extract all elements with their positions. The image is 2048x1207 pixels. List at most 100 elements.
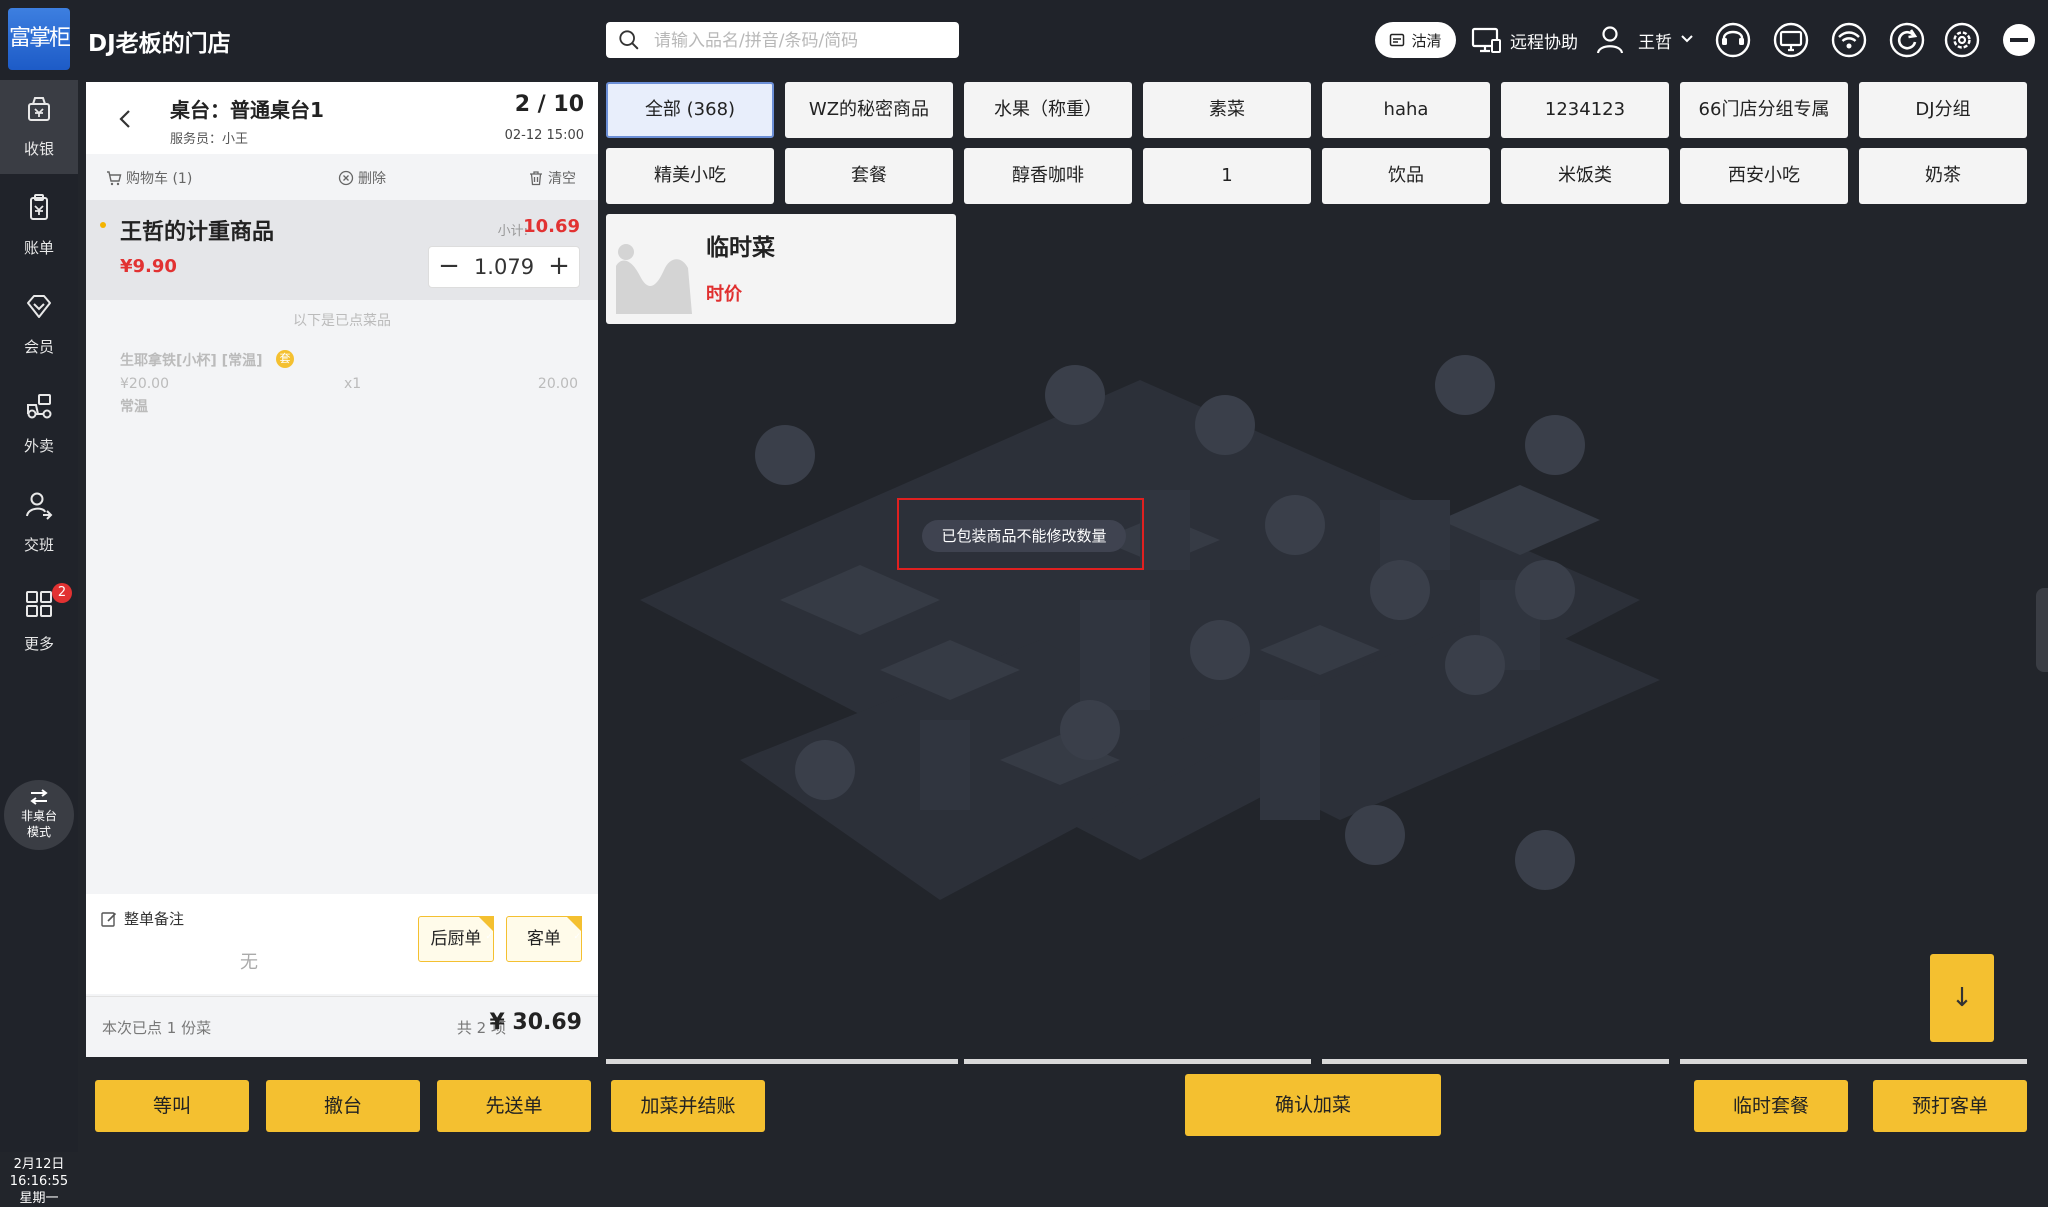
cart-tab[interactable]: 购物车 (1) bbox=[106, 168, 192, 188]
wifi-icon[interactable] bbox=[1829, 20, 1869, 60]
check-icon bbox=[566, 915, 582, 959]
cart-footer: 本次已点 1 份菜 共 2 项 ¥ 30.69 bbox=[86, 996, 598, 1057]
cart-item-row[interactable]: 王哲的计重商品 小计: 10.69 ¥9.90 − 1.079 + bbox=[86, 200, 598, 300]
product-card[interactable]: 临时菜 时价 bbox=[606, 214, 956, 324]
delivery-icon bbox=[27, 394, 52, 419]
clear-cart-button[interactable]: 清空 bbox=[528, 168, 576, 188]
nav-cashier-label: 收银 bbox=[23, 140, 54, 158]
sold-out-icon bbox=[1390, 33, 1405, 47]
order-total: ¥ 30.69 bbox=[489, 1010, 582, 1035]
order-note-label: 整单备注 bbox=[124, 910, 185, 928]
ordered-item-name: 生耶拿铁[小杯] [常温] bbox=[120, 353, 263, 369]
nav-bills-label: 账单 bbox=[23, 239, 54, 257]
category-item[interactable]: haha bbox=[1322, 82, 1490, 138]
chevron-down-icon[interactable] bbox=[1680, 34, 1694, 44]
switch-icon bbox=[30, 789, 48, 805]
wait-call-button[interactable]: 等叫 bbox=[95, 1080, 249, 1132]
cart-icon bbox=[107, 171, 122, 186]
nav-cashier[interactable]: 收银 bbox=[0, 80, 78, 174]
category-item[interactable]: 精美小吃 bbox=[606, 148, 774, 204]
quantity-value[interactable]: 1.079 bbox=[469, 247, 539, 287]
nav-bills[interactable]: 账单 bbox=[0, 179, 78, 273]
category-item[interactable]: 米饭类 bbox=[1501, 148, 1669, 204]
category-item[interactable]: 饮品 bbox=[1322, 148, 1490, 204]
category-item[interactable]: DJ分组 bbox=[1859, 82, 2027, 138]
send-first-button[interactable]: 先送单 bbox=[437, 1080, 591, 1132]
user-icon[interactable] bbox=[1590, 20, 1630, 60]
category-item[interactable]: 西安小吃 bbox=[1680, 148, 1848, 204]
search-input[interactable] bbox=[652, 27, 951, 55]
edit-icon bbox=[101, 911, 117, 927]
clock-weekday: 星期一 bbox=[19, 1191, 59, 1206]
category-item[interactable]: 醇香咖啡 bbox=[964, 148, 1132, 204]
kitchen-ticket-toggle[interactable]: 后厨单 bbox=[418, 915, 494, 962]
grid-icon bbox=[26, 591, 52, 617]
cash-register-icon bbox=[28, 97, 50, 121]
clear-cart-label: 清空 bbox=[548, 171, 576, 187]
customer-service-icon[interactable] bbox=[1713, 20, 1753, 60]
clear-table-button[interactable]: 撤台 bbox=[266, 1080, 420, 1132]
clock-time: 16:16:55 bbox=[9, 1174, 69, 1189]
trash-icon bbox=[530, 171, 542, 186]
nav-more[interactable]: 2 更多 bbox=[0, 575, 78, 669]
category-item[interactable]: WZ的秘密商品 bbox=[785, 82, 953, 138]
minimize-icon[interactable] bbox=[1999, 20, 2039, 60]
nav-members[interactable]: 会员 bbox=[0, 278, 78, 372]
search-icon bbox=[619, 30, 639, 50]
category-item[interactable]: 水果（称重） bbox=[964, 82, 1132, 138]
category-all[interactable]: 全部 (368) bbox=[606, 82, 774, 138]
add-and-checkout-button[interactable]: 加菜并结账 bbox=[611, 1080, 765, 1132]
refresh-icon[interactable] bbox=[1887, 20, 1927, 60]
preprint-receipt-button[interactable]: 预打客单 bbox=[1873, 1080, 2027, 1132]
remote-assist-label[interactable]: 远程协助 bbox=[1510, 28, 1578, 53]
divider bbox=[964, 1059, 1311, 1064]
shift-icon bbox=[26, 492, 53, 520]
member-icon bbox=[27, 295, 51, 318]
category-item[interactable]: 66门店分组专属 bbox=[1680, 82, 1848, 138]
cart-item-price: ¥9.90 bbox=[120, 256, 177, 277]
temp-set-button[interactable]: 临时套餐 bbox=[1694, 1080, 1848, 1132]
ordered-item-spec: 常温 bbox=[120, 399, 148, 415]
display-screen-icon[interactable] bbox=[1771, 20, 1811, 60]
delete-button[interactable]: 删除 bbox=[338, 168, 386, 188]
category-item[interactable]: 奶茶 bbox=[1859, 148, 2027, 204]
selected-dot bbox=[100, 222, 106, 228]
nav-delivery[interactable]: 外卖 bbox=[0, 377, 78, 471]
user-name[interactable]: 王哲 bbox=[1638, 28, 1672, 53]
product-name: 临时菜 bbox=[706, 235, 775, 261]
kitchen-ticket-label: 后厨单 bbox=[430, 929, 482, 949]
order-note-button[interactable]: 整单备注 bbox=[100, 908, 184, 929]
category-item[interactable]: 1234123 bbox=[1501, 82, 1669, 138]
ordered-item-qty: x1 bbox=[344, 376, 362, 392]
top-bar: 富掌柜 DJ老板的门店 沽清 远程协助 王哲 bbox=[0, 0, 2048, 80]
confirm-add-button[interactable]: 确认加菜 bbox=[1185, 1074, 1441, 1136]
cart-toolbar: 购物车 (1) 删除 清空 bbox=[86, 154, 598, 198]
nav-more-label: 更多 bbox=[23, 635, 54, 653]
app-logo: 富掌柜 bbox=[8, 8, 71, 70]
settings-icon[interactable] bbox=[1942, 20, 1982, 60]
product-price: 时价 bbox=[706, 284, 742, 305]
remote-desktop-icon[interactable] bbox=[1466, 20, 1506, 60]
nav-delivery-label: 外卖 bbox=[23, 437, 54, 455]
back-arrow-icon[interactable] bbox=[114, 108, 136, 130]
search-box[interactable] bbox=[606, 22, 959, 58]
nav-members-label: 会员 bbox=[23, 338, 54, 356]
side-panel-handle[interactable] bbox=[2036, 588, 2048, 672]
nav-shift[interactable]: 交班 bbox=[0, 476, 78, 570]
divider bbox=[1680, 1059, 2027, 1064]
cart-item-name: 王哲的计重商品 bbox=[120, 220, 275, 245]
non-table-mode-button[interactable]: 非桌台 模式 bbox=[4, 780, 74, 850]
sold-out-button[interactable]: 沽清 bbox=[1375, 22, 1456, 58]
notification-badge: 2 bbox=[52, 583, 72, 603]
customer-ticket-toggle[interactable]: 客单 bbox=[506, 915, 582, 962]
category-item[interactable]: 套餐 bbox=[785, 148, 953, 204]
increase-button[interactable]: + bbox=[539, 247, 579, 287]
category-item[interactable]: 素菜 bbox=[1143, 82, 1311, 138]
order-note-value: 无 bbox=[240, 952, 258, 973]
decrease-button[interactable]: − bbox=[429, 247, 469, 287]
quantity-stepper[interactable]: − 1.079 + bbox=[428, 246, 580, 288]
scroll-down-button[interactable]: ↓ bbox=[1930, 954, 1994, 1042]
guest-count: 2 / 10 bbox=[514, 92, 584, 117]
category-item[interactable]: 1 bbox=[1143, 148, 1311, 204]
ordered-item-price: ¥20.00 bbox=[120, 376, 169, 392]
